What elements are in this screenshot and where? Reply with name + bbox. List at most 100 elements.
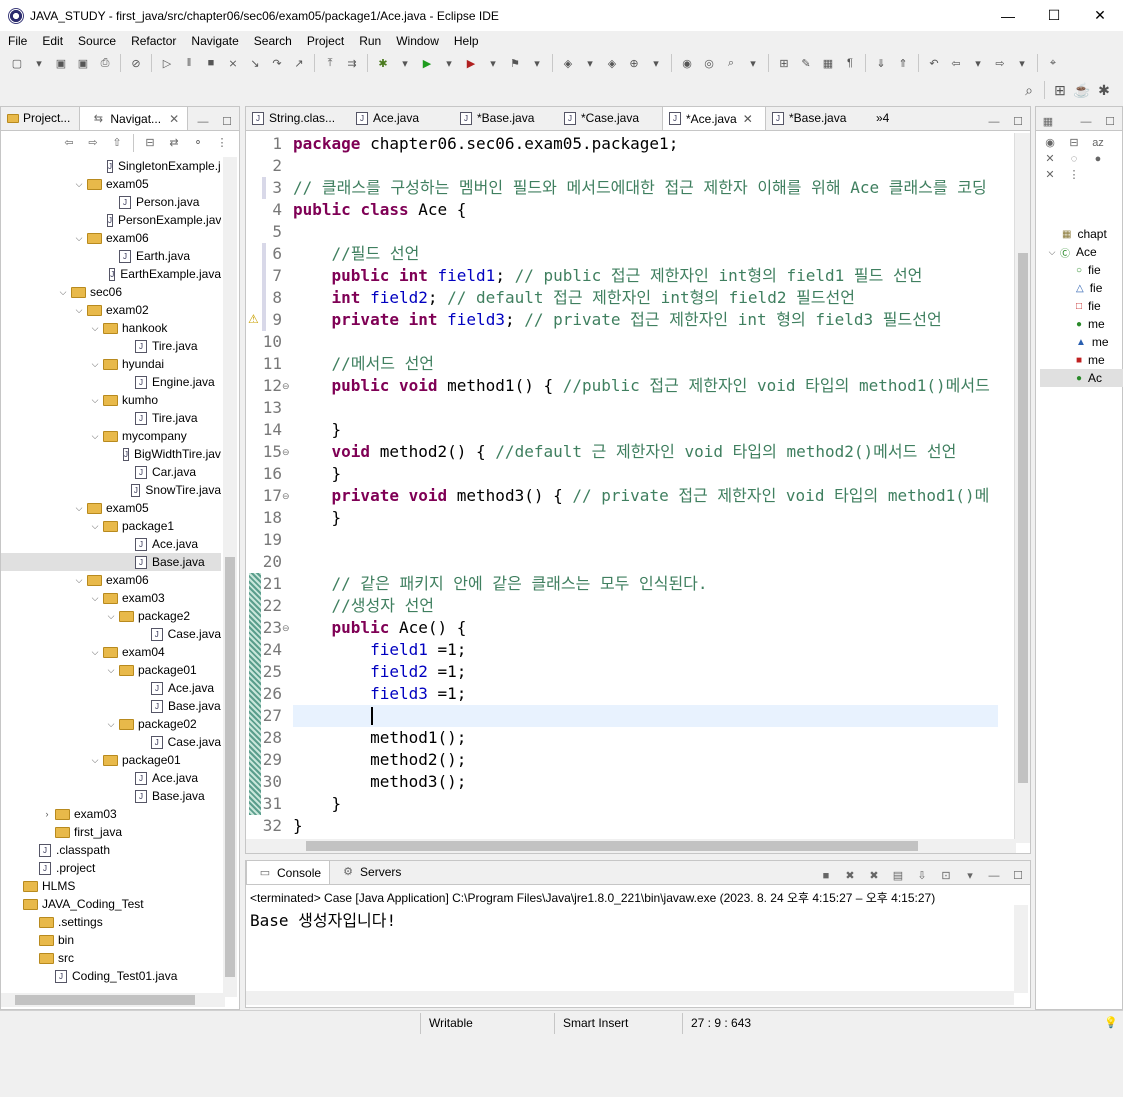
chevron-down-icon[interactable]: ⌵ [57,287,69,298]
tree-item[interactable]: src [1,949,221,967]
outline-view-icon[interactable]: ▦ [1040,114,1056,130]
minimize-outline-icon[interactable]: — [1078,114,1094,130]
scroll-lock-icon[interactable]: ⇩ [914,868,930,884]
tree-item[interactable]: J .project [1,859,221,877]
pin-console-icon[interactable]: ⊡ [938,868,954,884]
menu-help[interactable]: Help [446,34,486,48]
save-icon[interactable]: ▣ [53,55,69,71]
tree-item[interactable]: ⌵ exam05 [1,175,221,193]
terminate-icon[interactable]: ■ [203,55,219,71]
chevron-down-icon[interactable]: ⌵ [1046,247,1058,258]
fold-toggle-icon[interactable]: ⊖ [282,447,290,458]
tree-item[interactable]: J Tire.java [1,337,221,355]
tree-item[interactable]: ⌵ package2 [1,607,221,625]
tree-horizontal-scrollbar[interactable] [1,993,225,1007]
menu-edit[interactable]: Edit [34,34,70,48]
outline-item[interactable]: ■ me [1040,351,1123,369]
suspend-icon[interactable]: ‖ [181,55,197,71]
chevron-down-icon[interactable]: ⌵ [89,755,101,766]
resume-icon[interactable]: ▷ [159,55,175,71]
tree-item[interactable]: J Car.java [1,463,221,481]
step-over-icon[interactable]: ↷ [269,55,285,71]
tree-item[interactable]: J Ace.java [1,535,221,553]
outline-item[interactable]: △ fie [1040,279,1123,297]
dropdown-icon[interactable]: ▾ [485,55,501,71]
dropdown-icon[interactable]: ▾ [745,55,761,71]
search-icon[interactable]: ⌕ [723,55,739,71]
last-edit-icon[interactable]: ↶ [926,55,942,71]
chevron-down-icon[interactable]: ⌵ [89,521,101,532]
editor-horizontal-scrollbar[interactable] [246,839,1016,853]
chevron-down-icon[interactable]: ⌵ [89,431,101,442]
maximize-console-icon[interactable]: ☐ [1010,868,1026,884]
chevron-down-icon[interactable]: ⌵ [73,233,85,244]
outline-item[interactable]: ● me [1040,315,1123,333]
back-icon[interactable]: ⇦ [61,135,77,151]
tab-servers[interactable]: ⚙ Servers [330,860,410,884]
editor-tab[interactable]: J *Ace.java ✕ [662,106,766,130]
tree-item[interactable]: J Person.java [1,193,221,211]
new-java-project-icon[interactable]: ◈ [560,55,576,71]
chevron-down-icon[interactable]: ⌵ [73,575,85,586]
tree-item[interactable]: ⌵ exam02 [1,301,221,319]
dropdown-icon[interactable]: ▾ [1014,55,1030,71]
tab-project-explorer[interactable]: Project... [1,106,79,130]
open-perspective-icon[interactable]: ⊞ [1052,82,1068,98]
editor-tab[interactable]: J *Case.java [558,106,662,130]
menu-navigate[interactable]: Navigate [183,34,245,48]
chevron-down-icon[interactable]: ⌵ [89,323,101,334]
print-icon[interactable]: ⎙ [97,55,113,71]
tree-item[interactable]: J Base.java [1,787,221,805]
annotation-prev-icon[interactable]: ⇑ [895,55,911,71]
tree-item[interactable]: ⌵ mycompany [1,427,221,445]
tab-console[interactable]: ▭ Console [246,860,331,884]
view-menu-icon[interactable]: ⋮ [214,135,230,151]
outline-menu-icon[interactable]: ⋮ [1066,167,1082,183]
step-return-icon[interactable]: ↗ [291,55,307,71]
tree-item[interactable]: J BigWidthTire.java [1,445,221,463]
debug-perspective-icon[interactable]: ✱ [1096,82,1112,98]
outline-item[interactable]: ○ fie [1040,261,1123,279]
tree-item[interactable]: bin [1,931,221,949]
chevron-down-icon[interactable]: ⌵ [89,593,101,604]
console-scrollbar[interactable] [1014,905,1028,993]
sort-icon[interactable]: az [1090,135,1106,151]
drop-frame-icon[interactable]: ⤒ [322,55,338,71]
tree-item[interactable]: J .classpath [1,841,221,859]
chevron-right-icon[interactable]: › [41,809,53,819]
maximize-outline-icon[interactable]: ☐ [1102,114,1118,130]
skip-breakpoints-icon[interactable]: ⊘ [128,55,144,71]
debug-icon[interactable]: ✱ [375,55,391,71]
hide-fields-icon[interactable]: ◉ [1042,135,1058,151]
tree-item[interactable]: ⌵ sec06 [1,283,221,301]
maximize-button[interactable]: ☐ [1031,0,1077,31]
tree-item[interactable]: .settings [1,913,221,931]
menu-refactor[interactable]: Refactor [123,34,183,48]
editor-tab[interactable]: J *Base.java [454,106,558,130]
menu-file[interactable]: File [0,34,34,48]
pin-editor-icon[interactable]: ⌖ [1045,55,1061,71]
filter-icon[interactable]: ⚬ [190,135,206,151]
toggle-breadcrumb-icon[interactable]: ⊞ [776,55,792,71]
dropdown-icon[interactable]: ▾ [648,55,664,71]
dropdown-icon[interactable]: ▾ [970,55,986,71]
fold-toggle-icon[interactable]: ⊖ [282,491,290,502]
public-filter-icon[interactable]: ● [1090,151,1106,167]
close-button[interactable]: ✕ [1077,0,1123,31]
tree-item[interactable]: J SnowTire.java [1,481,221,499]
chevron-down-icon[interactable]: ⌵ [73,179,85,190]
hide-static-icon[interactable]: ✕ [1042,151,1058,167]
tip-bulb-icon[interactable]: 💡 [1103,1015,1119,1031]
search-toolbar-icon[interactable]: ⌕ [1021,82,1037,98]
tree-item[interactable]: ⌵ package01 [1,661,221,679]
dropdown-icon[interactable]: ▾ [31,55,47,71]
forward-icon[interactable]: ⇨ [85,135,101,151]
chevron-down-icon[interactable]: ⌵ [73,503,85,514]
hide-local-icon[interactable]: ✕ [1042,167,1058,183]
toggle-block-selection-icon[interactable]: ▦ [820,55,836,71]
new-package-icon[interactable]: ◈ [604,55,620,71]
chevron-down-icon[interactable]: ⌵ [89,395,101,406]
outline-item[interactable]: ▦ chapt [1040,225,1123,243]
tree-item[interactable]: JAVA_Coding_Test [1,895,221,913]
tree-item[interactable]: ⌵ exam06 [1,229,221,247]
